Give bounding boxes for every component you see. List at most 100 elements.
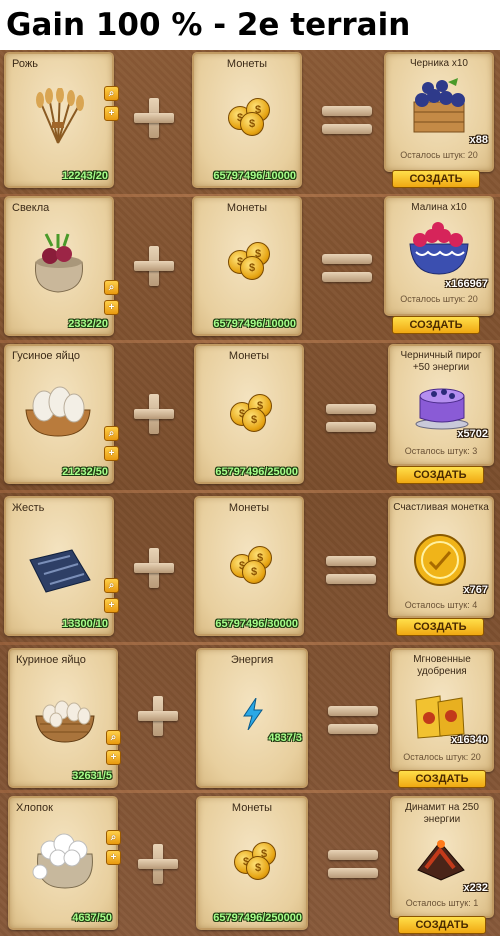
ingredient-name: Свекла bbox=[12, 202, 50, 214]
magnifier-icon[interactable]: ⌕ bbox=[106, 730, 121, 745]
output-card[interactable]: Черника x10 x88 Осталось штук: 20 bbox=[384, 52, 494, 172]
ingredient-actions: ⌕ + bbox=[106, 830, 121, 870]
create-button[interactable]: СОЗДАТЬ bbox=[398, 770, 486, 788]
recipe-list: Рожь 12243/20 ⌕ + Монеты $ $ $ 65797496/10… bbox=[0, 50, 500, 936]
magnifier-icon[interactable]: ⌕ bbox=[104, 280, 119, 295]
create-button[interactable]: СОЗДАТЬ bbox=[392, 316, 480, 334]
output-name: Мгновенные удобрения bbox=[413, 654, 471, 677]
lucky-coin-icon bbox=[414, 534, 466, 586]
resource-name: Монеты bbox=[228, 502, 270, 514]
ingredient-card[interactable]: Гусиное яйцо 21232/50 bbox=[4, 344, 114, 484]
plus-icon[interactable]: + bbox=[104, 106, 119, 121]
create-button[interactable]: СОЗДАТЬ bbox=[392, 170, 480, 188]
output-card[interactable]: Счастливая монетка x767 Осталось штук: 4 bbox=[388, 496, 494, 618]
ingredient-count: 13300/10 bbox=[62, 618, 108, 630]
resource-count: 65797496/30000 bbox=[215, 618, 298, 630]
create-button[interactable]: СОЗДАТЬ bbox=[396, 618, 484, 636]
ingredient-name: Куриное яйцо bbox=[16, 654, 86, 666]
output-remaining: Осталось штук: 20 bbox=[403, 752, 481, 762]
coins-icon: $ $ $ bbox=[230, 546, 274, 586]
ingredient-card[interactable]: Куриное яйцо 32631/5 bbox=[8, 648, 118, 788]
equals-sign bbox=[326, 554, 376, 586]
magnifier-icon[interactable]: ⌕ bbox=[104, 578, 119, 593]
tin-sheet-icon bbox=[29, 549, 91, 593]
row-divider bbox=[0, 790, 500, 793]
coins-icon: $ $ $ bbox=[230, 394, 274, 434]
row-divider bbox=[0, 642, 500, 645]
magnifier-icon[interactable]: ⌕ bbox=[104, 86, 119, 101]
resource-card[interactable]: Энергия 4837/3 bbox=[196, 648, 308, 788]
plus-sign bbox=[134, 394, 174, 434]
ingredient-actions: ⌕ + bbox=[104, 426, 119, 466]
create-button[interactable]: СОЗДАТЬ bbox=[398, 916, 486, 934]
output-remaining: Осталось штук: 20 bbox=[400, 150, 478, 160]
resource-card[interactable]: Монеты $ $ $ 65797496/10000 bbox=[192, 196, 302, 336]
output-name: Черничный пирог +50 энергии bbox=[400, 350, 482, 373]
chicken-eggs-basket-icon bbox=[35, 700, 95, 743]
resource-card[interactable]: Монеты $ $ $ 65797496/25000 bbox=[194, 344, 304, 484]
resource-count: 65797496/10000 bbox=[213, 170, 296, 182]
resource-card[interactable]: Монеты $ $ $ 65797496/250000 bbox=[196, 796, 308, 930]
rye-sheaf-icon bbox=[36, 88, 84, 144]
plus-sign bbox=[134, 246, 174, 286]
ingredient-count: 12243/20 bbox=[62, 170, 108, 182]
ingredient-card[interactable]: Хлопок 4637/50 bbox=[8, 796, 118, 930]
coins-icon: $ $ $ bbox=[228, 98, 272, 138]
output-card[interactable]: Черничный пирог +50 энергии x5702 Остало… bbox=[388, 344, 494, 466]
ingredient-count: 2332/20 bbox=[68, 318, 108, 330]
plus-sign bbox=[134, 548, 174, 588]
magnifier-icon[interactable]: ⌕ bbox=[104, 426, 119, 441]
resource-card[interactable]: Монеты $ $ $ 65797496/30000 bbox=[194, 496, 304, 636]
output-card[interactable]: Динамит на 250 энергии x232 Осталось шту… bbox=[390, 796, 494, 918]
output-remaining: Осталось штук: 20 bbox=[400, 294, 478, 304]
recipe-row: Свекла 2332/20 ⌕ + Монеты $ $ $ 65797496/1… bbox=[0, 194, 500, 340]
lightning-icon bbox=[243, 698, 263, 730]
plus-sign bbox=[138, 696, 178, 736]
resource-name: Монеты bbox=[226, 58, 268, 70]
resource-name: Монеты bbox=[228, 350, 270, 362]
ingredient-name: Хлопок bbox=[16, 802, 53, 814]
resource-name: Энергия bbox=[230, 654, 274, 666]
ingredient-count: 21232/50 bbox=[62, 466, 108, 478]
ingredient-name: Рожь bbox=[12, 58, 38, 70]
plus-icon[interactable]: + bbox=[104, 446, 119, 461]
ingredient-card[interactable]: Рожь 12243/20 bbox=[4, 52, 114, 188]
output-name: Динамит на 250 энергии bbox=[405, 802, 479, 825]
output-card[interactable]: Мгновенные удобрения x16340 Осталось шту… bbox=[390, 648, 494, 772]
ingredient-card[interactable]: Жесть 13300/10 bbox=[4, 496, 114, 636]
ingredient-actions: ⌕ + bbox=[106, 730, 121, 770]
create-button[interactable]: СОЗДАТЬ bbox=[396, 466, 484, 484]
plus-sign bbox=[134, 98, 174, 138]
recipe-row: Хлопок 4637/50 ⌕ + Монеты $ $ $ 65797496/2… bbox=[0, 790, 500, 936]
coins-icon: $ $ $ bbox=[228, 242, 272, 282]
equals-sign bbox=[322, 252, 372, 284]
ingredient-actions: ⌕ + bbox=[104, 280, 119, 320]
output-stock: x16340 bbox=[451, 734, 488, 746]
plus-icon[interactable]: + bbox=[104, 300, 119, 315]
beet-sack-icon bbox=[34, 233, 83, 293]
output-remaining: Осталось штук: 1 bbox=[405, 898, 479, 908]
ingredient-actions: ⌕ + bbox=[104, 578, 119, 618]
blueberry-cake-icon bbox=[415, 388, 469, 430]
plus-icon[interactable]: + bbox=[106, 850, 121, 865]
resource-count: 65797496/25000 bbox=[215, 466, 298, 478]
output-remaining: Осталось штук: 4 bbox=[404, 600, 478, 610]
output-name: Малина x10 bbox=[411, 202, 467, 213]
resource-card[interactable]: Монеты $ $ $ 65797496/10000 bbox=[192, 52, 302, 188]
recipe-row: Куриное яйцо 32631/5 ⌕ + Энергия 4837/3 … bbox=[0, 642, 500, 790]
ingredient-count: 32631/5 bbox=[72, 770, 112, 782]
plus-icon[interactable]: + bbox=[106, 750, 121, 765]
equals-sign bbox=[328, 704, 378, 736]
fertilizer-bags-icon bbox=[415, 695, 465, 739]
ingredient-card[interactable]: Свекла 2332/20 bbox=[4, 196, 114, 336]
equals-sign bbox=[328, 848, 378, 880]
recipe-row: Жесть 13300/10 ⌕ + Монеты $ $ $ 65797496/3… bbox=[0, 490, 500, 642]
resource-count: 4837/3 bbox=[268, 732, 302, 744]
cotton-sack-icon bbox=[32, 833, 93, 889]
coins-icon: $ $ $ bbox=[234, 842, 278, 882]
plus-icon[interactable]: + bbox=[104, 598, 119, 613]
magnifier-icon[interactable]: ⌕ bbox=[106, 830, 121, 845]
output-card[interactable]: Малина x10 x166967 Осталось штук: 20 bbox=[384, 196, 494, 316]
goose-eggs-icon bbox=[25, 386, 91, 437]
page-title: Gain 100 % - 2e terrain bbox=[0, 0, 500, 50]
